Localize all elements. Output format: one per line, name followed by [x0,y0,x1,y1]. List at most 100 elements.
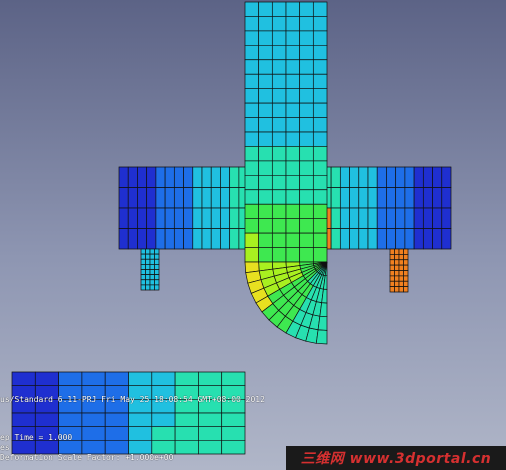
pipe-vertical-element [271,30,287,46]
plate-element [358,228,369,250]
pipe-vertical-element [312,73,328,90]
plate-element [376,166,387,188]
pipe-vertical-element [271,174,287,191]
variable-text: es [0,443,10,452]
right-support-element [394,286,400,293]
pipe-vertical-element [312,203,328,220]
plate-element [183,228,194,250]
pipe-horizontal-element [58,439,83,455]
plate-element [386,187,397,209]
pipe-horizontal-element [58,412,83,428]
pipe-vertical-element [271,232,287,248]
plate-element [229,207,240,229]
pipe-horizontal-element [11,412,36,428]
pipe-vertical-element [271,160,287,176]
plate-element [339,166,350,188]
plate-element [413,207,424,229]
plate-element [127,166,138,188]
plate-element [422,166,433,188]
plate-element [432,207,443,229]
plate-element [229,228,240,250]
plate-element [137,187,148,209]
left-support-element [145,284,151,291]
left-support-element [145,248,151,255]
plate-element [220,166,231,188]
left-support-element [149,274,155,281]
right-support-element [389,270,395,277]
pipe-vertical-element [312,59,328,75]
pipe-horizontal-element [151,371,176,387]
pipe-horizontal-element [128,371,153,387]
right-support-element [398,286,404,293]
pipe-horizontal-element [11,439,36,455]
pipe-vertical-element [299,102,314,118]
pipe-vertical-element [312,44,328,61]
pipe-vertical-element [285,88,301,104]
plate-element [220,187,231,209]
plate-element [395,187,406,209]
right-support-element [394,259,400,266]
plate-element [192,187,203,209]
right-support-element [398,264,404,271]
plate-element [395,207,406,229]
plate-element [192,228,203,250]
plate-element [404,207,415,229]
pipe-vertical-element [244,117,260,133]
pipe-horizontal-element [221,371,246,387]
pipe-vertical-element [285,59,301,75]
pipe-vertical-element [285,203,301,220]
plate-element [349,207,360,229]
plate-element [441,166,452,188]
plate-element [229,166,240,188]
pipe-vertical-element [299,1,314,17]
plate-element [367,207,378,229]
right-support-element [389,264,395,271]
pipe-vertical-element [244,16,260,32]
plate-element [422,187,433,209]
pipe-vertical-element [271,44,287,61]
pipe-vertical-element [244,247,260,263]
left-support-element [140,269,146,275]
plate-element [441,207,452,229]
plate-element [220,228,231,250]
pipe-vertical-element [271,146,287,162]
plate-element [229,187,240,209]
pipe-horizontal-element [174,371,199,387]
plate-element [137,228,148,250]
left-support-element [149,248,155,255]
plate-element [339,207,350,229]
pipe-horizontal-element [198,371,223,387]
pipe-vertical-element [299,146,314,162]
pipe-horizontal-element [221,426,246,441]
plate-element [137,207,148,229]
pipe-vertical-element [312,146,328,162]
plate-element [183,166,194,188]
plate-element [422,228,433,250]
plate-element [367,187,378,209]
pipe-vertical-element [244,1,260,17]
pipe-vertical-element [285,218,301,234]
pipe-vertical-element [271,131,287,147]
left-support-element [140,248,146,255]
pipe-vertical-element [285,174,301,191]
pipe-horizontal-element [11,371,36,387]
pipe-bend-element [315,329,328,345]
plate-element [220,207,231,229]
plate-element [358,207,369,229]
plate-element [173,187,184,209]
pipe-vertical-element [258,131,273,147]
right-support-element [389,280,395,287]
left-support-element [145,274,151,281]
abaqus-viewport[interactable]: us/Standard 6.11-PRJ Fri May 25 18:08:54… [0,0,506,470]
pipe-vertical-element [299,218,314,234]
pipe-vertical-element [285,117,301,133]
left-support-element [149,264,155,270]
plate-element [432,228,443,250]
plate-element [146,187,157,209]
pipe-vertical-element [271,189,287,205]
pipe-horizontal-element [34,439,59,455]
pipe-vertical-element [244,59,260,75]
plate-element [201,187,212,209]
pipe-vertical-element [312,30,328,46]
left-support-element [140,264,146,270]
